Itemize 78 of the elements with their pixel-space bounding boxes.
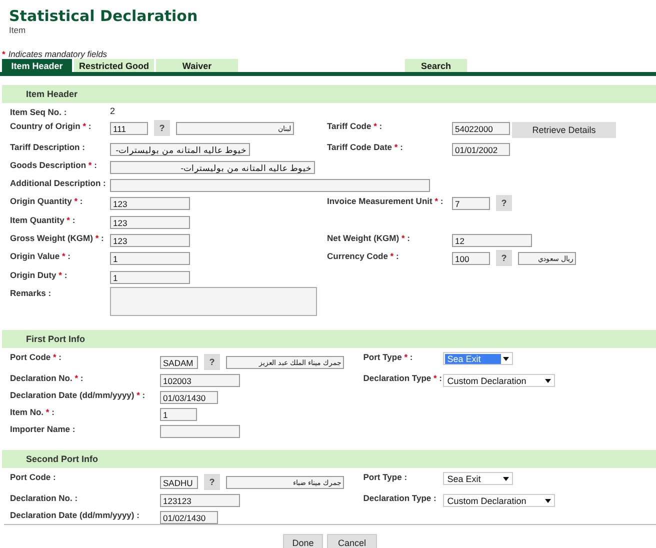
input-field[interactable]: 123	[110, 197, 190, 210]
field-label: Declaration Date (dd/mm/yyyy) * :	[10, 389, 146, 400]
input-field[interactable]: 01/01/2002	[452, 143, 510, 156]
field-label: Port Type :	[363, 471, 408, 482]
input-field[interactable]: SADHU	[160, 476, 198, 489]
input-field[interactable]: 54022000	[452, 122, 510, 135]
input-field[interactable]: 01/03/1430	[160, 391, 218, 404]
input-field[interactable]: 111	[110, 122, 148, 135]
caret-icon	[545, 378, 552, 382]
form-button[interactable]: Done	[283, 534, 323, 548]
field-label: Origin Duty * :	[10, 269, 68, 280]
dropdown[interactable]: Custom Declaration	[443, 494, 556, 507]
field-label: Gross Weight (KGM) * :	[10, 232, 105, 243]
field-label: Currency Code * :	[327, 250, 400, 261]
section-header: Second Port Info	[2, 450, 656, 468]
field-label: Remarks :	[10, 287, 52, 298]
input-field[interactable]: خيوط عاليه المتانه من بوليسترات-	[110, 161, 315, 174]
tab[interactable]: Item Header	[2, 59, 72, 72]
input-field[interactable]: 01/02/1430	[160, 511, 218, 524]
input-field[interactable]: 123	[110, 234, 190, 247]
dropdown[interactable]: Sea Exit	[443, 352, 514, 365]
input-field[interactable]: SADAM	[160, 356, 198, 369]
field-label: Origin Quantity * :	[10, 195, 84, 206]
lookup-button[interactable]: ?	[154, 120, 170, 136]
input-field[interactable]	[110, 179, 430, 192]
caret-icon	[545, 498, 552, 502]
field-label: Port Code :	[10, 471, 57, 482]
dropdown[interactable]: Custom Declaration	[443, 374, 556, 387]
input-field[interactable]: 102003	[160, 374, 240, 387]
lookup-button[interactable]: ?	[496, 250, 512, 266]
lookup-button[interactable]: ?	[496, 195, 512, 211]
page-title: Statistical Declaration	[9, 7, 198, 25]
input-field[interactable]: 12	[452, 234, 532, 247]
field-label: Tariff Code Date * :	[327, 141, 404, 152]
field-label: Port Code * :	[10, 351, 63, 362]
input-field[interactable]: 1	[110, 271, 190, 284]
field-label: Item No. * :	[10, 406, 56, 417]
caret-icon	[503, 476, 510, 480]
input-field[interactable]: 123	[110, 216, 190, 229]
caret-icon	[503, 356, 510, 360]
tab[interactable]: Waiver	[156, 59, 238, 72]
field-label: Additional Description :	[10, 177, 107, 188]
retrieve-details-button[interactable]: Retrieve Details	[512, 122, 616, 138]
mandatory-note: * Indicates mandatory fields	[1, 48, 108, 59]
field-label: Declaration Type * :	[363, 372, 444, 383]
field-label: Item Quantity * :	[10, 214, 76, 225]
input-field[interactable]: 1	[110, 252, 190, 265]
form-button[interactable]: Cancel	[327, 534, 377, 548]
field-label: Goods Description * :	[10, 159, 98, 170]
input-field[interactable]: 123123	[160, 494, 240, 507]
field-label: Origin Value * :	[10, 250, 72, 261]
field-label: Net Weight (KGM) * :	[327, 232, 411, 243]
input-field[interactable]	[160, 425, 240, 438]
field-label: Item Seq No. :	[10, 106, 68, 117]
remarks-field[interactable]	[110, 287, 317, 316]
field-label: Declaration Date (dd/mm/yyyy) :	[10, 509, 140, 520]
field-label: Port Type * :	[363, 351, 414, 362]
field-label: Declaration Type :	[363, 492, 438, 503]
section-header: First Port Info	[2, 330, 656, 348]
field-label: Declaration No. :	[10, 492, 79, 503]
input-field[interactable]: 100	[452, 252, 490, 265]
input-field[interactable]: 7	[452, 197, 490, 210]
dropdown[interactable]: Sea Exit	[443, 472, 514, 485]
field-label: Declaration No. * :	[10, 372, 84, 383]
field-label: Tariff Description :	[10, 141, 86, 152]
lookup-button[interactable]: ?	[204, 474, 220, 490]
field-label: Tariff Code * :	[327, 120, 384, 131]
input-field[interactable]: 1	[160, 408, 197, 421]
input-field[interactable]: خيوط عاليه المتانه من بوليسترات-	[110, 143, 250, 156]
field-value: 2	[110, 106, 116, 116]
tab[interactable]: Restricted Good	[74, 59, 154, 72]
page-subtitle: Item	[9, 25, 26, 35]
field-label: Country of Origin * :	[10, 120, 92, 131]
field-label: Invoice Measurement Unit * :	[327, 195, 444, 206]
field-label: Importer Name :	[10, 423, 76, 434]
tab[interactable]: Search	[405, 59, 467, 72]
section-header: Item Header	[2, 85, 656, 103]
lookup-button[interactable]: ?	[204, 354, 220, 370]
